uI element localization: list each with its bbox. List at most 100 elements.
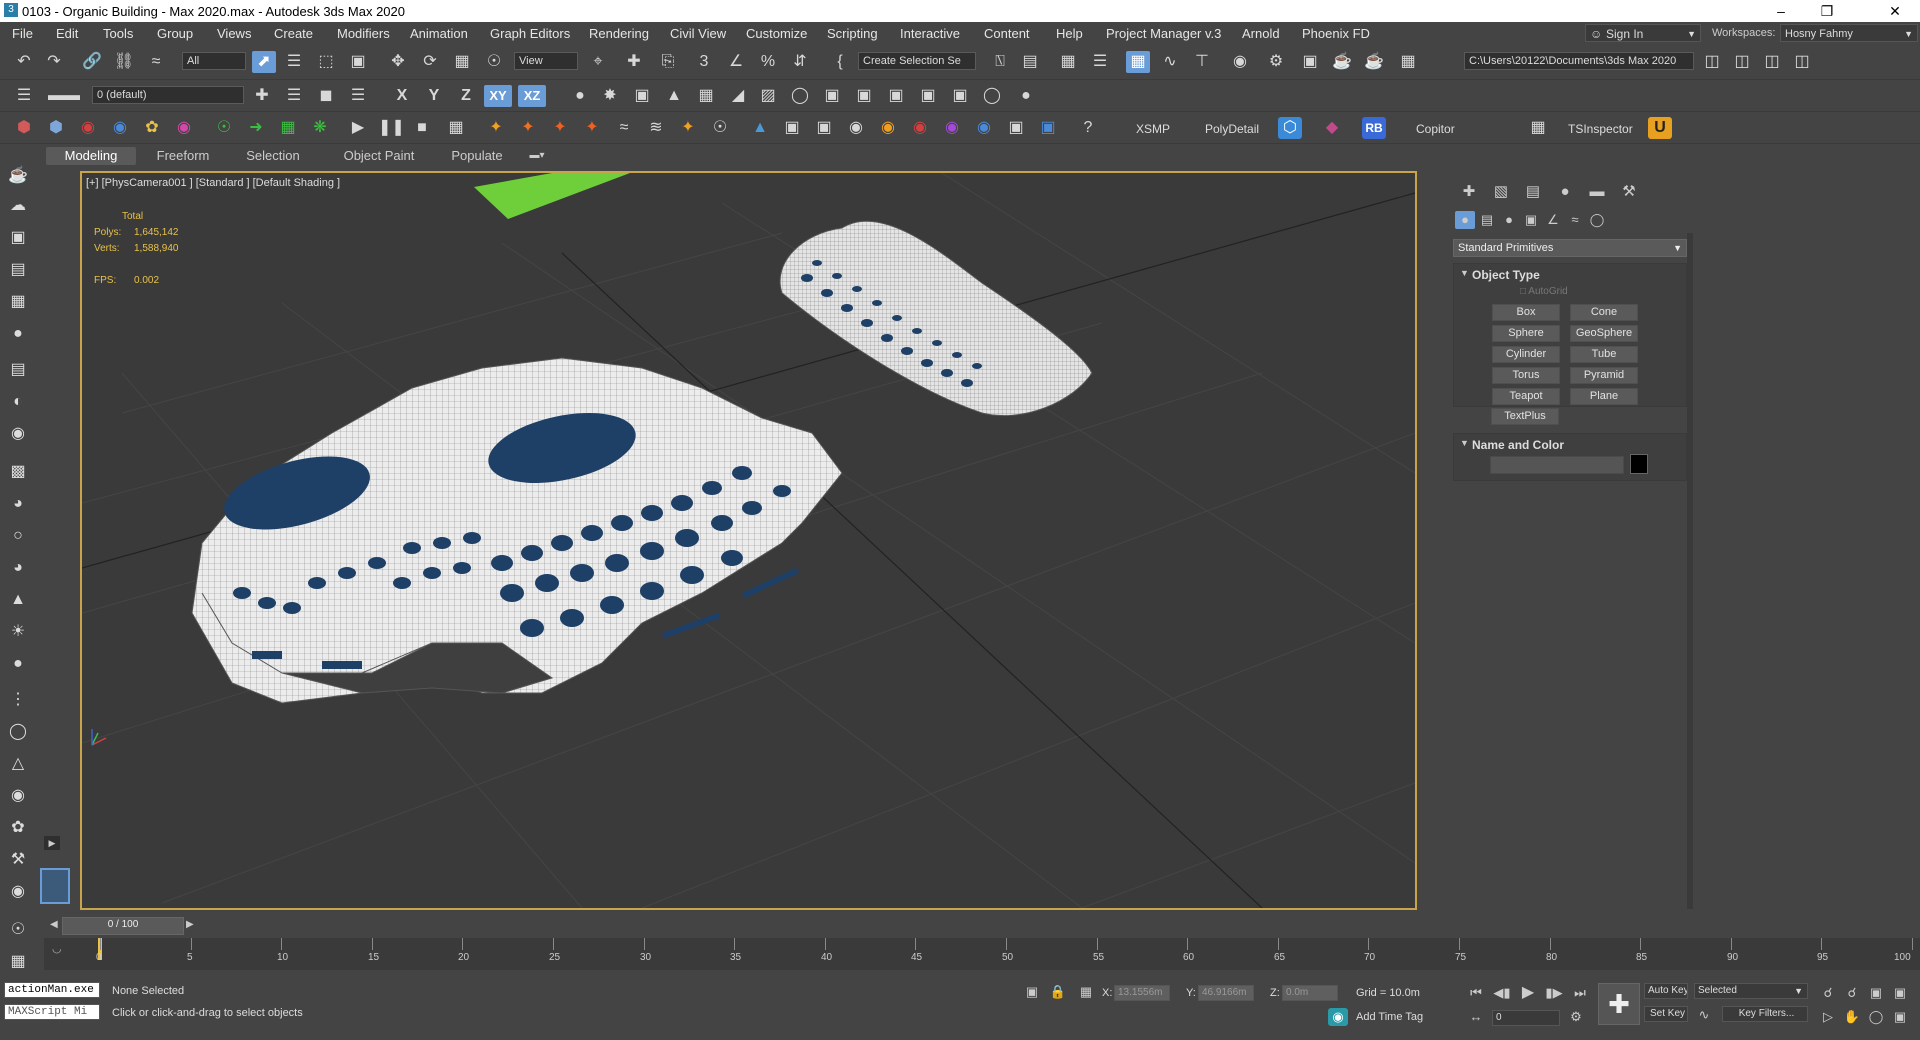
lightbulb-icon[interactable]: ● xyxy=(1014,85,1038,107)
fire-icon[interactable]: ✦ xyxy=(484,117,508,139)
menu-animation[interactable]: Animation xyxy=(410,26,468,41)
display-tab-icon[interactable]: ▬ xyxy=(1583,181,1611,203)
menu-arnold[interactable]: Arnold xyxy=(1242,26,1280,41)
polydetail-label[interactable]: PolyDetail xyxy=(1205,122,1259,136)
menu-project-manager[interactable]: Project Manager v.3 xyxy=(1106,26,1221,41)
tsinspector-icon[interactable]: ▦ xyxy=(1526,117,1550,139)
tab-selection[interactable]: Selection xyxy=(232,147,314,165)
axis-x-button[interactable]: X xyxy=(390,85,414,107)
layer-stack-icon[interactable]: ☰ xyxy=(282,85,306,107)
undo-icon[interactable]: ↶ xyxy=(12,51,36,73)
play-animation-icon[interactable]: ▶ xyxy=(1518,984,1538,1002)
material-editor-icon[interactable]: ◉ xyxy=(1228,51,1252,73)
time-configuration-icon[interactable]: ⚙ xyxy=(1566,1008,1586,1026)
x-coordinate-field[interactable]: 13.1556m xyxy=(1114,985,1170,1001)
tube-button[interactable]: Tube xyxy=(1570,346,1638,363)
drop-icon[interactable]: ◉ xyxy=(108,117,132,139)
render-grid-icon[interactable]: ▦ xyxy=(1396,51,1420,73)
redo-icon[interactable]: ↷ xyxy=(42,51,66,73)
add-time-tag[interactable]: Add Time Tag xyxy=(1356,1011,1423,1023)
wave-icon[interactable]: ≈ xyxy=(612,117,636,139)
restore-icon[interactable]: ❐ xyxy=(1804,0,1850,22)
menu-create[interactable]: Create xyxy=(274,26,313,41)
prev-frame-arrow-icon[interactable]: ◀ xyxy=(50,919,60,933)
bowl-icon[interactable]: ◕ xyxy=(6,557,30,579)
axis-z-button[interactable]: Z xyxy=(454,85,478,107)
stairs-icon[interactable]: ◢ xyxy=(726,85,750,107)
render-production-icon[interactable]: ☕ xyxy=(1330,51,1354,73)
link-icon[interactable]: 🔗 xyxy=(80,51,104,73)
render-setup-icon[interactable]: ⚙ xyxy=(1264,51,1288,73)
field-of-view-icon[interactable]: ▷ xyxy=(1818,1008,1838,1026)
perspective-viewport[interactable]: [+] [PhysCamera001 ] [Standard ] [Defaul… xyxy=(80,171,1417,910)
track-bar-icon[interactable]: ◡ xyxy=(52,942,62,955)
viewport-layout-icon[interactable] xyxy=(40,868,70,904)
torus-button[interactable]: Torus xyxy=(1492,367,1560,384)
space-warps-icon[interactable]: ≈ xyxy=(1565,211,1585,229)
cameras-icon[interactable]: ▣ xyxy=(1521,211,1541,229)
menu-rendering[interactable]: Rendering xyxy=(589,26,649,41)
keyboard-shortcut-icon[interactable]: ⎘ xyxy=(656,51,680,73)
frame-icon[interactable]: ▣ xyxy=(852,85,876,107)
menu-file[interactable]: File xyxy=(12,26,33,41)
water-icon[interactable]: ▣ xyxy=(1036,117,1060,139)
diamond-icon[interactable]: ◆ xyxy=(1320,117,1344,139)
project-path-select[interactable]: C:\Users\20122\Documents\3ds Max 2020 xyxy=(1464,52,1694,70)
percent-snap-icon[interactable]: % xyxy=(756,51,780,73)
orbit-icon[interactable]: ◯ xyxy=(980,85,1004,107)
motion-tab-icon[interactable]: ● xyxy=(1551,181,1579,203)
dome-icon[interactable]: ◕ xyxy=(6,493,30,515)
sphere-button[interactable]: Sphere xyxy=(1492,325,1560,342)
dots-icon[interactable]: ⋮ xyxy=(6,689,30,711)
zoom-extents-icon[interactable]: ▣ xyxy=(1866,984,1886,1002)
layer-visibility-icon[interactable]: ▬▬ xyxy=(44,85,84,107)
expand-arrow-icon[interactable]: ▶ xyxy=(44,836,60,850)
maximize-viewport-icon[interactable]: ▣ xyxy=(1890,1008,1910,1026)
teapot-icon[interactable]: ☕ xyxy=(6,165,30,187)
object-color-swatch[interactable] xyxy=(1630,454,1648,474)
globe-icon[interactable]: ☉ xyxy=(6,919,30,941)
maxscript-listener-1[interactable]: actionMan.exe xyxy=(4,982,100,998)
add-to-layer-icon[interactable]: ◼ xyxy=(314,85,338,107)
cube-icon[interactable]: ⬢ xyxy=(44,117,68,139)
angle-snap-icon[interactable]: ∠ xyxy=(724,51,748,73)
snaps-toggle-icon[interactable]: 3 xyxy=(692,51,716,73)
image-icon[interactable]: ▣ xyxy=(6,227,30,249)
menu-edit[interactable]: Edit xyxy=(56,26,78,41)
tab-populate[interactable]: Populate xyxy=(436,147,518,165)
pause-icon[interactable]: ❚❚ xyxy=(378,117,405,139)
red-sphere-icon[interactable]: ◉ xyxy=(908,117,932,139)
circle-icon[interactable]: ○ xyxy=(6,525,30,547)
axis-y-button[interactable]: Y xyxy=(422,85,446,107)
toggle-ribbon-icon[interactable]: ▦ xyxy=(1126,51,1150,73)
menu-scripting[interactable]: Scripting xyxy=(827,26,878,41)
help-icon[interactable]: ? xyxy=(1076,117,1100,139)
scale-icon[interactable]: ▦ xyxy=(450,51,474,73)
sun-icon[interactable]: ☀ xyxy=(6,621,30,643)
trash-icon[interactable]: ▦ xyxy=(444,117,468,139)
dial-icon[interactable]: ◐ xyxy=(6,391,30,413)
group-icon[interactable]: ▣ xyxy=(916,85,940,107)
create-layer-icon[interactable]: ✚ xyxy=(250,85,274,107)
menu-group[interactable]: Group xyxy=(157,26,193,41)
bulb-icon[interactable]: ● xyxy=(6,323,30,345)
box-button[interactable]: Box xyxy=(1492,304,1560,321)
time-slider[interactable]: 0 / 100 xyxy=(62,917,184,935)
camera-reel-icon[interactable]: ◉ xyxy=(6,423,30,445)
menu-modifiers[interactable]: Modifiers xyxy=(337,26,390,41)
menu-toggle-icon[interactable]: ☰ xyxy=(12,85,36,107)
pivot-icon[interactable]: ⌖ xyxy=(586,51,610,73)
object-name-field[interactable] xyxy=(1490,456,1624,474)
ribbon-options-icon[interactable]: ▬▾ xyxy=(522,147,552,165)
menu-civil-view[interactable]: Civil View xyxy=(670,26,726,41)
workspace-select[interactable]: Hosny Fahmy ▼ xyxy=(1780,24,1918,42)
disc-icon[interactable]: ● xyxy=(6,653,30,675)
sign-in-button[interactable]: ☺ Sign In ▼ xyxy=(1585,24,1701,42)
cylinder-button[interactable]: Cylinder xyxy=(1492,346,1560,363)
explosion-icon[interactable]: ◉ xyxy=(876,117,900,139)
project-open-icon[interactable]: ◫ xyxy=(1730,51,1754,73)
shapes-icon[interactable]: ▤ xyxy=(1477,211,1497,229)
flower-icon[interactable]: ✿ xyxy=(140,117,164,139)
tank-icon[interactable]: ▣ xyxy=(780,117,804,139)
textplus-button[interactable]: TextPlus xyxy=(1491,408,1559,425)
